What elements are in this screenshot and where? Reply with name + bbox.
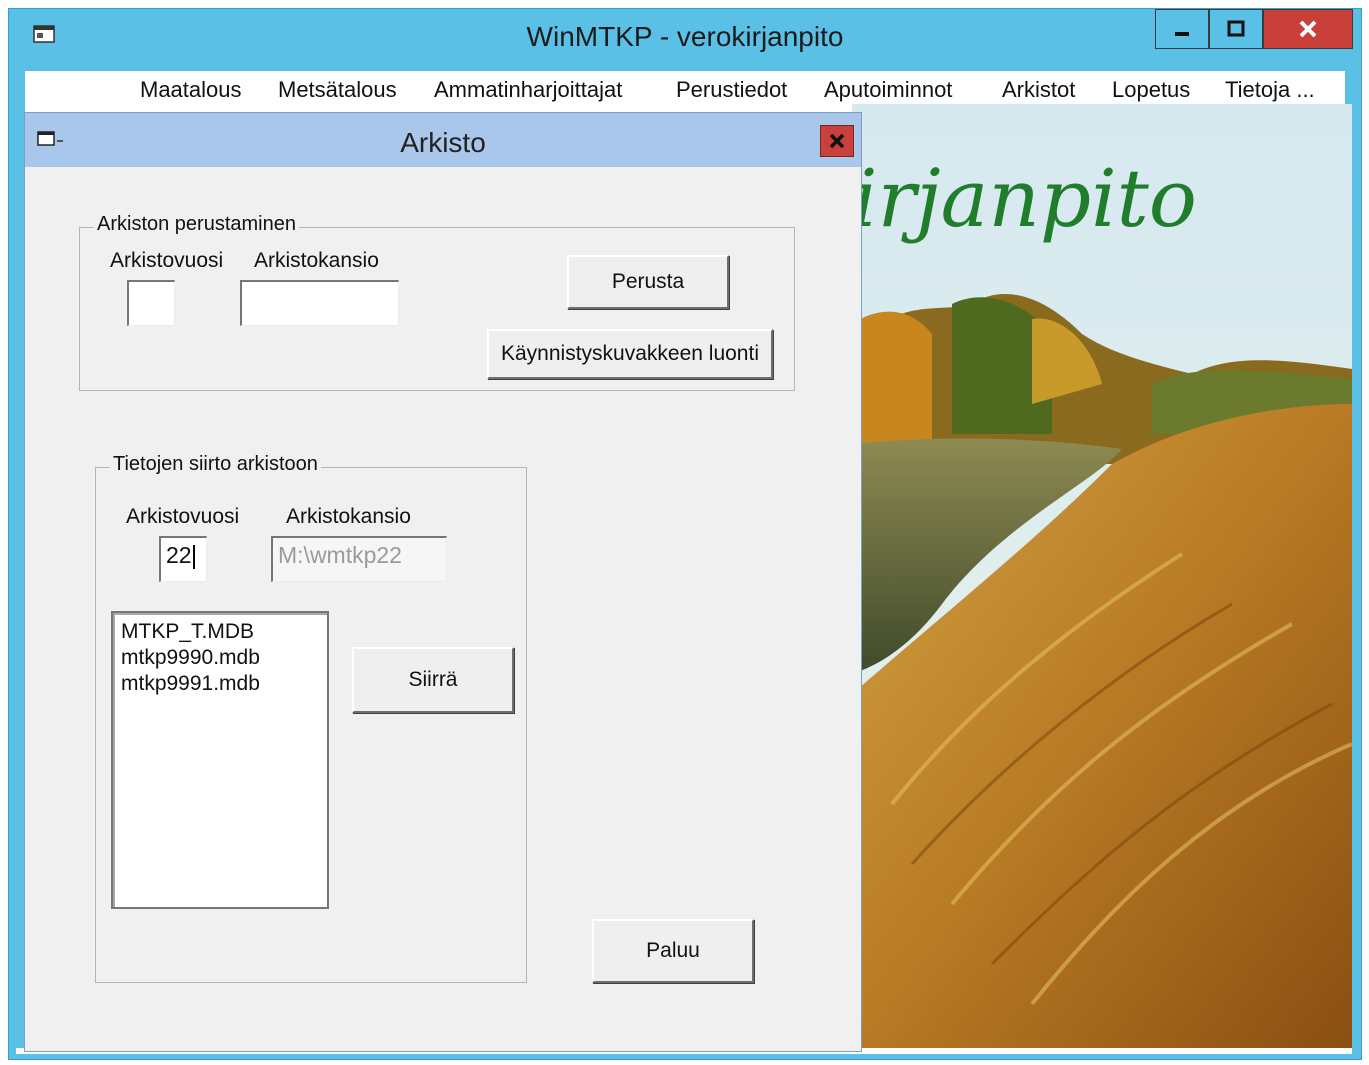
menu-ammatinharjoittajat[interactable]: Ammatinharjoittajat <box>434 77 622 103</box>
create-archive-button[interactable]: Perusta <box>567 255 729 309</box>
transfer-year-label: Arkistovuosi <box>126 505 240 528</box>
menu-aputoiminnot[interactable]: Aputoiminnot <box>824 77 952 103</box>
background-title-text: irjanpito <box>852 152 1197 245</box>
dialog-title: Arkisto <box>400 127 486 158</box>
text-caret <box>192 544 195 569</box>
maximize-button[interactable] <box>1209 9 1263 49</box>
minimize-button[interactable] <box>1155 9 1209 49</box>
maximize-icon <box>1227 20 1245 37</box>
menu-tietoja[interactable]: Tietoja ... <box>1225 77 1315 103</box>
menu-metsatalous[interactable]: Metsätalous <box>278 77 397 103</box>
archive-create-group-label: Arkiston perustaminen <box>94 213 299 236</box>
list-item[interactable]: mtkp9990.mdb <box>121 645 319 671</box>
list-item[interactable]: mtkp9991.mdb <box>121 671 319 697</box>
minimize-icon <box>1175 32 1189 36</box>
background-image: irjanpito <box>852 104 1352 1049</box>
menu-perustiedot[interactable]: Perustiedot <box>676 77 787 103</box>
menu-arkistot[interactable]: Arkistot <box>1002 77 1075 103</box>
transfer-button[interactable]: Siirrä <box>352 647 514 713</box>
menu-lopetus[interactable]: Lopetus <box>1112 77 1190 103</box>
create-year-label: Arkistovuosi <box>110 249 224 272</box>
transfer-year-value: 22 <box>166 542 192 568</box>
dialog-close-button[interactable] <box>820 125 854 157</box>
back-button[interactable]: Paluu <box>592 919 754 983</box>
close-window-button[interactable] <box>1263 9 1353 49</box>
title-bar[interactable]: WinMTKP - verokirjanpito <box>9 9 1361 69</box>
close-icon <box>829 133 845 149</box>
create-folder-label: Arkistokansio <box>254 249 379 272</box>
file-listbox[interactable]: MTKP_T.MDB mtkp9990.mdb mtkp9991.mdb <box>111 611 329 909</box>
menu-maatalous[interactable]: Maatalous <box>140 77 242 103</box>
transfer-folder-label: Arkistokansio <box>286 505 411 528</box>
create-shortcut-button[interactable]: Käynnistyskuvakkeen luonti <box>487 329 773 379</box>
transfer-folder-input: M:\wmtkp22 <box>271 536 447 582</box>
dialog-title-bar[interactable]: Arkisto <box>25 113 861 167</box>
list-item[interactable]: MTKP_T.MDB <box>121 619 319 645</box>
archive-dialog: Arkisto Arkiston perustaminen Arkistovuo… <box>24 112 862 1052</box>
transfer-year-input[interactable]: 22 <box>159 536 207 582</box>
transfer-group-label: Tietojen siirto arkistoon <box>110 453 321 476</box>
close-icon <box>1299 20 1317 38</box>
create-year-input[interactable] <box>127 280 175 326</box>
create-folder-input[interactable] <box>240 280 399 326</box>
